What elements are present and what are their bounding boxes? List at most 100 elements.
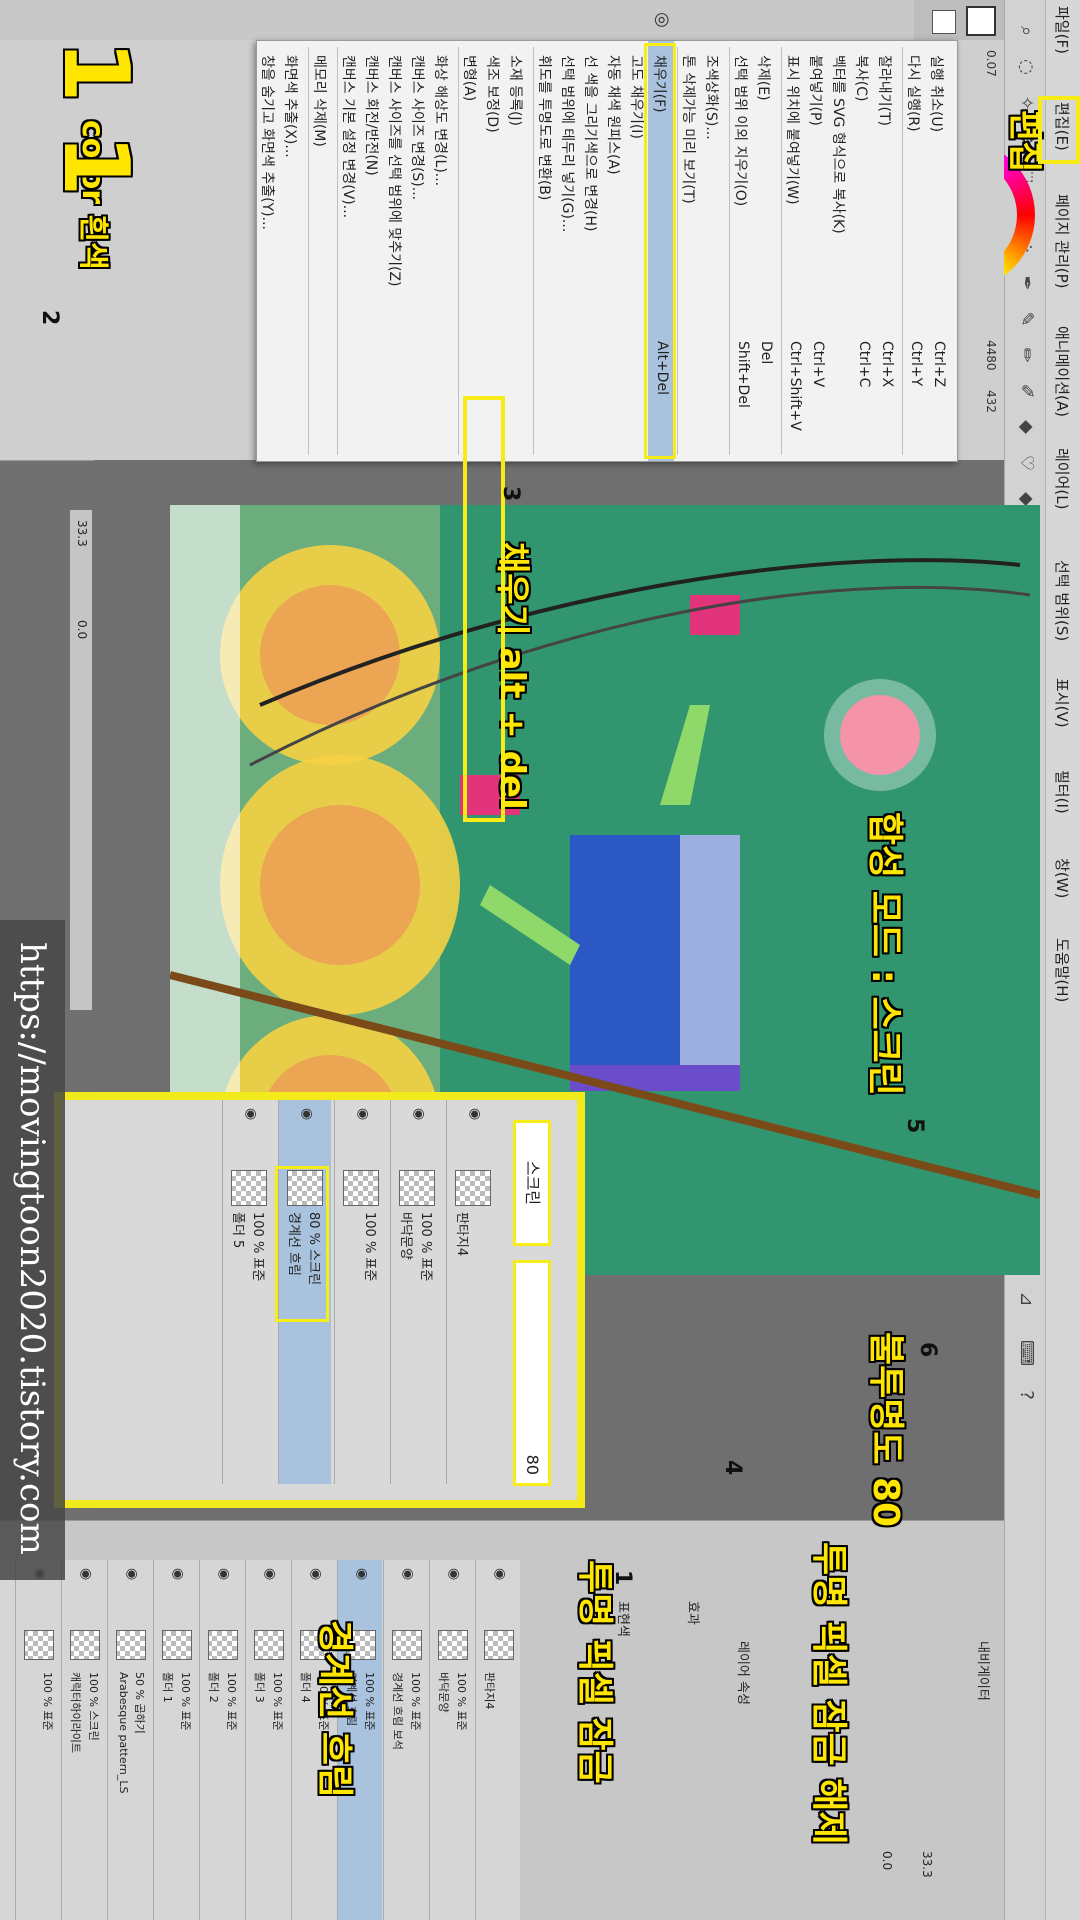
eye-icon[interactable]: ◉ xyxy=(446,1568,462,1586)
help-icon[interactable]: ? xyxy=(1015,1384,1037,1406)
eye-icon[interactable]: ◉ xyxy=(124,1568,140,1586)
edit-menu-item[interactable]: 잘라내기(T) Ctrl+X xyxy=(873,41,899,461)
layer-thumbnail xyxy=(116,1630,146,1660)
icon[interactable]: ⊿ xyxy=(1015,1288,1037,1310)
tab-layer-properties[interactable]: 레이어 속성 xyxy=(735,1641,754,1705)
opacity-value: 80 xyxy=(523,1454,542,1475)
edit-menu-item[interactable]: 캔버스 사이즈를 선택 범위에 맞추기(Z) xyxy=(383,41,409,461)
menu-window[interactable]: 창(W) xyxy=(1052,858,1073,898)
eye-icon[interactable]: ◉ xyxy=(78,1568,94,1586)
edit-menu-item-label: 변형(A) xyxy=(461,55,477,102)
eye-icon[interactable]: ◉ xyxy=(492,1568,508,1586)
edit-menu-item[interactable]: 실행 취소(U) Ctrl+Z xyxy=(925,41,951,461)
main-color-swatch[interactable] xyxy=(966,6,996,36)
eye-icon[interactable]: ◉ xyxy=(262,1568,278,1586)
pencil-icon[interactable]: ✏ xyxy=(1015,344,1037,366)
eye-icon[interactable]: ◉ xyxy=(411,1108,427,1126)
edit-menu-item[interactable]: 붙여넣기(P) Ctrl+V xyxy=(804,41,830,461)
edit-menu-item[interactable]: 벡터를 SVG 형식으로 복사(K) xyxy=(827,41,853,461)
layer-name: 폴더 5 xyxy=(230,1212,245,1249)
edit-menu-item[interactable]: 소재 등록(J) xyxy=(504,41,530,461)
fill-item-highlight-box xyxy=(644,43,676,459)
edit-menu-item-label: 캔버스 회전/반전(N) xyxy=(363,55,379,176)
eye-icon[interactable]: ◉ xyxy=(467,1108,483,1126)
edit-menu-item-label: 휘도를 투명도로 변환(B) xyxy=(536,55,552,201)
edit-menu-item-shortcut: Ctrl+C xyxy=(856,341,872,388)
opacity-slider[interactable]: 80 xyxy=(513,1260,551,1486)
layer-row[interactable]: ◉ 100 % 표준 폴더 3 xyxy=(245,1560,290,1920)
sub-color-swatch[interactable] xyxy=(932,10,956,34)
layer-row[interactable]: ◉100 % 표준 xyxy=(15,1560,60,1920)
layer-row[interactable]: ◉ 100 % 표준 경계선 흐림 보석 xyxy=(383,1560,428,1920)
menu-file[interactable]: 파일(F) xyxy=(1052,6,1073,54)
layer-row[interactable]: ◉ 100 % 스크린 캐릭터하이라이트 xyxy=(61,1560,106,1920)
eye-icon[interactable]: ◉ xyxy=(216,1568,232,1586)
layer-row[interactable]: ◉ 100 % 표준 바닥문양 xyxy=(390,1100,443,1484)
eye-icon[interactable]: ◉ xyxy=(243,1108,259,1126)
menu-animation[interactable]: 애니메이션(A) xyxy=(1052,326,1073,417)
pen-icon[interactable]: ✐ xyxy=(1015,380,1037,402)
fill-icon[interactable]: ◆ xyxy=(1015,416,1037,438)
layer-name: 캐릭터하이라이트 xyxy=(69,1672,82,1753)
menu-separator xyxy=(677,47,678,455)
edit-menu-item[interactable]: 복사(C) Ctrl+C xyxy=(850,41,876,461)
edit-menu-item[interactable]: 휘도를 투명도로 변환(B) xyxy=(533,41,559,461)
menu-view[interactable]: 표시(V) xyxy=(1052,678,1073,728)
edit-menu-item-label: 다시 실행(R) xyxy=(905,55,921,132)
eye-icon[interactable]: ◉ xyxy=(400,1568,416,1586)
eye-icon[interactable]: ◉ xyxy=(354,1568,370,1586)
edit-menu-item[interactable]: 선 색을 그리기색으로 변경(H) xyxy=(579,41,605,461)
layer-mode: 100 % 스크린 xyxy=(87,1672,100,1741)
eye-icon[interactable]: ◉ xyxy=(170,1568,186,1586)
blend-mode-dropdown[interactable]: 스크린 xyxy=(513,1120,551,1246)
search-icon[interactable]: ⌕ xyxy=(1015,20,1037,42)
edit-menu-item[interactable]: 조색상화(S)... xyxy=(700,41,726,461)
menu-help[interactable]: 도움말(H) xyxy=(1052,938,1073,1002)
layer-row[interactable]: ◉ 50 % 곱하기 Arabesque pattern_LS xyxy=(107,1560,152,1920)
step-number-6: 6 xyxy=(915,1342,940,1358)
eye-icon[interactable]: ◉ xyxy=(308,1568,324,1586)
layer-row[interactable]: ◉ 100 % 표준 바닥문양 xyxy=(429,1560,474,1920)
edit-menu-item[interactable]: 캔버스 회전/반전(N) xyxy=(360,41,386,461)
menu-separator xyxy=(902,47,903,455)
menu-filter[interactable]: 필터(I) xyxy=(1052,770,1073,814)
edit-menu-item[interactable]: 캔버스 사이즈 변경(S)... xyxy=(406,41,432,461)
eye-icon[interactable]: ◉ xyxy=(355,1108,371,1126)
menu-layer[interactable]: 레이어(L) xyxy=(1052,448,1073,509)
heart-icon[interactable]: ♡ xyxy=(1015,452,1037,474)
keyboard-icon[interactable]: ⌨ xyxy=(1015,1340,1037,1366)
layer-row[interactable]: ◉ 100 % 표준 폴더 5 xyxy=(222,1100,275,1484)
edit-menu-item[interactable]: 선택 범위 이외 지우기(O) Shift+Del xyxy=(729,41,755,461)
edit-menu-item[interactable]: 삭제(E) Del xyxy=(752,41,778,461)
edit-menu-item[interactable]: 화상 해상도 변경(L)... xyxy=(429,41,455,461)
menu-separator xyxy=(729,47,730,455)
edit-menu-item[interactable]: 선택 범위에 테두리 넣기(G)... xyxy=(556,41,582,461)
edit-menu-item[interactable]: 창을 숨기고 화면색 추출(Y)... xyxy=(256,41,282,461)
tab-navigator[interactable]: 내비게이터 xyxy=(975,1641,994,1701)
edit-menu-item[interactable]: 메모리 삭제(M) xyxy=(308,41,334,461)
layer-row[interactable]: ◉ 100 % 표준 폴더 2 xyxy=(199,1560,244,1920)
edit-menu-item[interactable]: 표시 위치에 붙여넣기(W) Ctrl+Shift+V xyxy=(781,41,807,461)
lasso-icon[interactable]: ◌ xyxy=(1015,56,1037,78)
edit-menu-item[interactable]: 캔버스 기본 설정 변경(V)... xyxy=(337,41,363,461)
edit-menu-item[interactable]: 다시 실행(R) Ctrl+Y xyxy=(902,41,928,461)
edit-menu-item[interactable]: 자동 채색 원피스(A) xyxy=(602,41,628,461)
layer-name: 판타지4 xyxy=(454,1212,469,1257)
menu-selection[interactable]: 선택 범위(S) xyxy=(1052,560,1073,641)
color-circle-icon[interactable]: ◎ xyxy=(650,8,674,32)
menu-page[interactable]: 페이지 관리(P) xyxy=(1052,194,1073,289)
layer-row[interactable]: ◉100 % 표준 xyxy=(334,1100,387,1484)
edit-menu-item-label: 창을 숨기고 화면색 추출(Y)... xyxy=(259,55,275,230)
layer-row[interactable]: ◉ 100 % 표준 폴더 1 xyxy=(153,1560,198,1920)
edit-menu-item[interactable]: 톤 삭제가능 미리 보기(T) xyxy=(677,41,703,461)
layer-row[interactable]: ◉ 판타지4 xyxy=(446,1100,499,1484)
edit-menu-item-shortcut: Ctrl+X xyxy=(879,341,895,388)
canvas-width-value: 4480 xyxy=(984,340,998,371)
edit-menu-item[interactable]: 화면색 추출(X)... xyxy=(279,41,305,461)
eye-icon[interactable]: ◉ xyxy=(299,1108,315,1126)
nav-zoom-value: 33.3 xyxy=(920,1851,934,1878)
layer-row[interactable]: ◉ 판타지4 xyxy=(475,1560,520,1920)
layer-mode: 100 % 표준 xyxy=(363,1672,376,1731)
layer-name: 폴더 3 xyxy=(253,1672,266,1703)
edit-menu-item-label: 선택 범위 이외 지우기(O) xyxy=(732,55,748,207)
